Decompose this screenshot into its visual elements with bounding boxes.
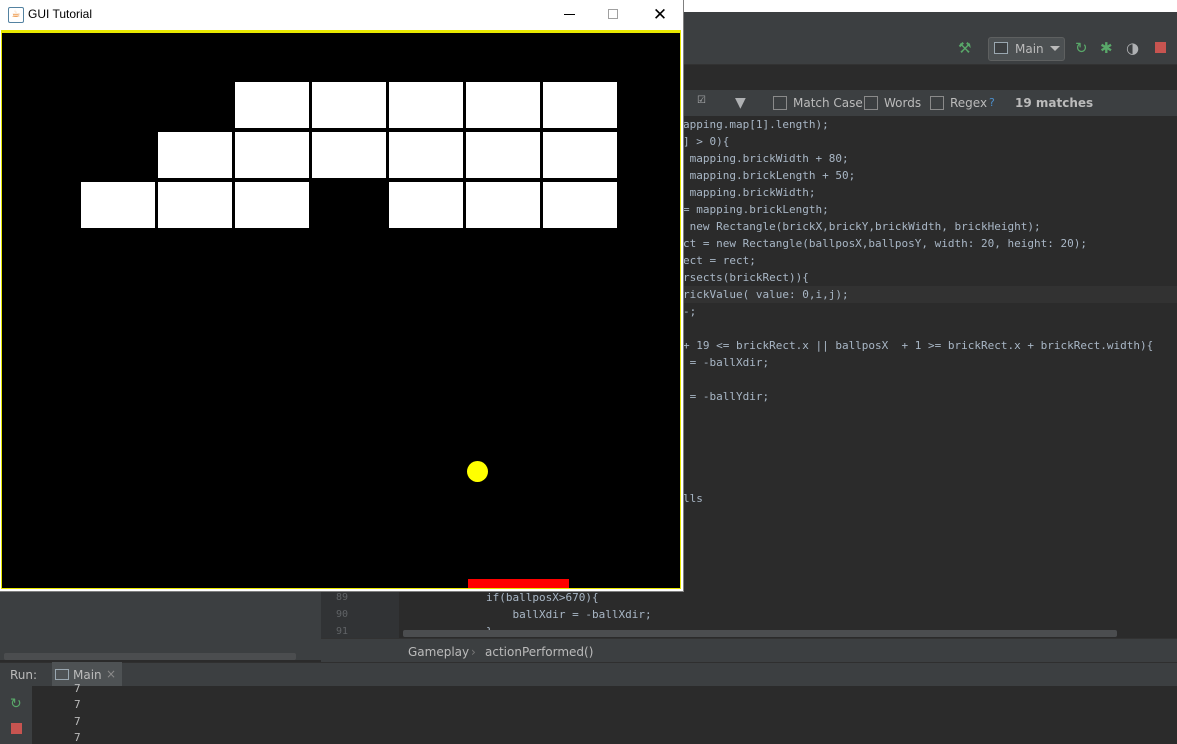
brick bbox=[389, 82, 463, 128]
brick bbox=[543, 82, 617, 128]
code-line: if(ballposX>670){ bbox=[486, 591, 599, 604]
regex-help-link[interactable]: ? bbox=[989, 96, 995, 109]
brick bbox=[466, 82, 540, 128]
brick bbox=[312, 132, 386, 178]
code-line: -; bbox=[683, 305, 697, 318]
rerun-side-icon[interactable]: ↻ bbox=[10, 696, 22, 712]
brick bbox=[235, 132, 309, 178]
console-line: 7 bbox=[74, 698, 81, 711]
ball bbox=[467, 461, 488, 482]
code-line: rickValue( value: 0,i,j); bbox=[683, 288, 849, 301]
line-number: 89 bbox=[336, 592, 349, 603]
code-line: mapping.brickWidth; bbox=[683, 186, 816, 199]
regex-checkbox[interactable] bbox=[930, 96, 944, 110]
rerun-icon[interactable]: ↻ bbox=[1075, 40, 1088, 56]
close-icon[interactable]: × bbox=[106, 667, 116, 681]
run-label: Run: bbox=[10, 668, 38, 682]
run-tool-window-header bbox=[0, 662, 1177, 687]
code-line: = -ballYdir; bbox=[683, 390, 770, 403]
debug-icon[interactable]: ✱ bbox=[1100, 40, 1113, 56]
console-output[interactable] bbox=[32, 686, 1177, 744]
tab-main-run[interactable]: Main × bbox=[52, 662, 122, 686]
code-line: ] > 0){ bbox=[683, 135, 730, 148]
code-line: = -ballXdir; bbox=[683, 356, 770, 369]
run-tab-label: Main bbox=[73, 668, 102, 682]
line-number: 90 bbox=[336, 609, 349, 620]
code-line: lls bbox=[683, 492, 703, 505]
code-line: = mapping.brickLength; bbox=[683, 203, 829, 216]
code-line: ect = rect; bbox=[683, 254, 756, 267]
console-line: 7 bbox=[74, 682, 81, 695]
brick bbox=[466, 132, 540, 178]
brick bbox=[543, 182, 617, 228]
run-side-toolbar bbox=[0, 686, 32, 744]
match-count: 19 matches bbox=[1015, 96, 1094, 110]
configuration-icon bbox=[994, 42, 1008, 54]
code-line: mapping.brickLength + 50; bbox=[683, 169, 856, 182]
match-case-label: Match Case bbox=[793, 96, 863, 110]
java-icon: ☕ bbox=[8, 7, 24, 23]
code-line: apping.map[1].length); bbox=[683, 118, 829, 131]
console-icon bbox=[55, 669, 69, 680]
match-case-checkbox[interactable] bbox=[773, 96, 787, 110]
stop-side-icon[interactable] bbox=[11, 723, 22, 734]
breadcrumb-method[interactable]: actionPerformed() bbox=[485, 645, 593, 659]
regex-label: Regex bbox=[950, 96, 988, 110]
brick bbox=[312, 82, 386, 128]
game-canvas[interactable] bbox=[1, 30, 681, 589]
run-configuration-select[interactable]: Main bbox=[988, 37, 1065, 61]
ide-menu-strip bbox=[683, 12, 1177, 32]
project-panel bbox=[0, 590, 321, 660]
minimize-icon bbox=[564, 14, 575, 15]
brick bbox=[389, 182, 463, 228]
minimize-button[interactable] bbox=[550, 0, 590, 30]
code-line: + 19 <= brickRect.x || ballposX + 1 >= b… bbox=[683, 339, 1154, 352]
words-checkbox[interactable] bbox=[864, 96, 878, 110]
close-button[interactable]: ✕ bbox=[640, 0, 680, 30]
stop-icon[interactable] bbox=[1155, 42, 1166, 53]
brick bbox=[543, 132, 617, 178]
code-line: mapping.brickWidth + 80; bbox=[683, 152, 849, 165]
chevron-down-icon bbox=[1050, 46, 1060, 51]
brick bbox=[235, 82, 309, 128]
coverage-icon[interactable]: ◑ bbox=[1126, 40, 1139, 56]
filter-icon[interactable]: ▼ bbox=[735, 95, 746, 111]
breadcrumb-class[interactable]: Gameplay bbox=[408, 645, 469, 659]
project-scrollbar[interactable] bbox=[4, 653, 296, 660]
code-line: ct = new Rectangle(ballposX,ballposY, wi… bbox=[683, 237, 1087, 250]
console-line: 7 bbox=[74, 731, 81, 744]
brick bbox=[81, 182, 155, 228]
hammer-icon[interactable]: ⚒ bbox=[958, 40, 971, 56]
run-configuration-label: Main bbox=[1015, 42, 1044, 56]
paddle[interactable] bbox=[468, 579, 569, 588]
code-line: new Rectangle(brickX,brickY,brickWidth, … bbox=[683, 220, 1041, 233]
brick bbox=[466, 182, 540, 228]
code-line: ballXdir = -ballXdir; bbox=[486, 608, 652, 621]
console-line: 7 bbox=[74, 715, 81, 728]
brick bbox=[389, 132, 463, 178]
search-options-icon[interactable]: ☑ bbox=[697, 95, 706, 106]
window-title: GUI Tutorial bbox=[28, 7, 93, 21]
brick bbox=[158, 182, 232, 228]
line-number: 91 bbox=[336, 626, 349, 637]
code-line: rsects(brickRect)){ bbox=[683, 271, 809, 284]
words-label: Words bbox=[884, 96, 922, 110]
maximize-icon bbox=[608, 9, 618, 19]
breadcrumb-separator: › bbox=[471, 645, 476, 659]
editor-horizontal-scrollbar[interactable] bbox=[403, 630, 1117, 637]
maximize-button[interactable] bbox=[594, 0, 634, 30]
brick bbox=[235, 182, 309, 228]
brick bbox=[158, 132, 232, 178]
